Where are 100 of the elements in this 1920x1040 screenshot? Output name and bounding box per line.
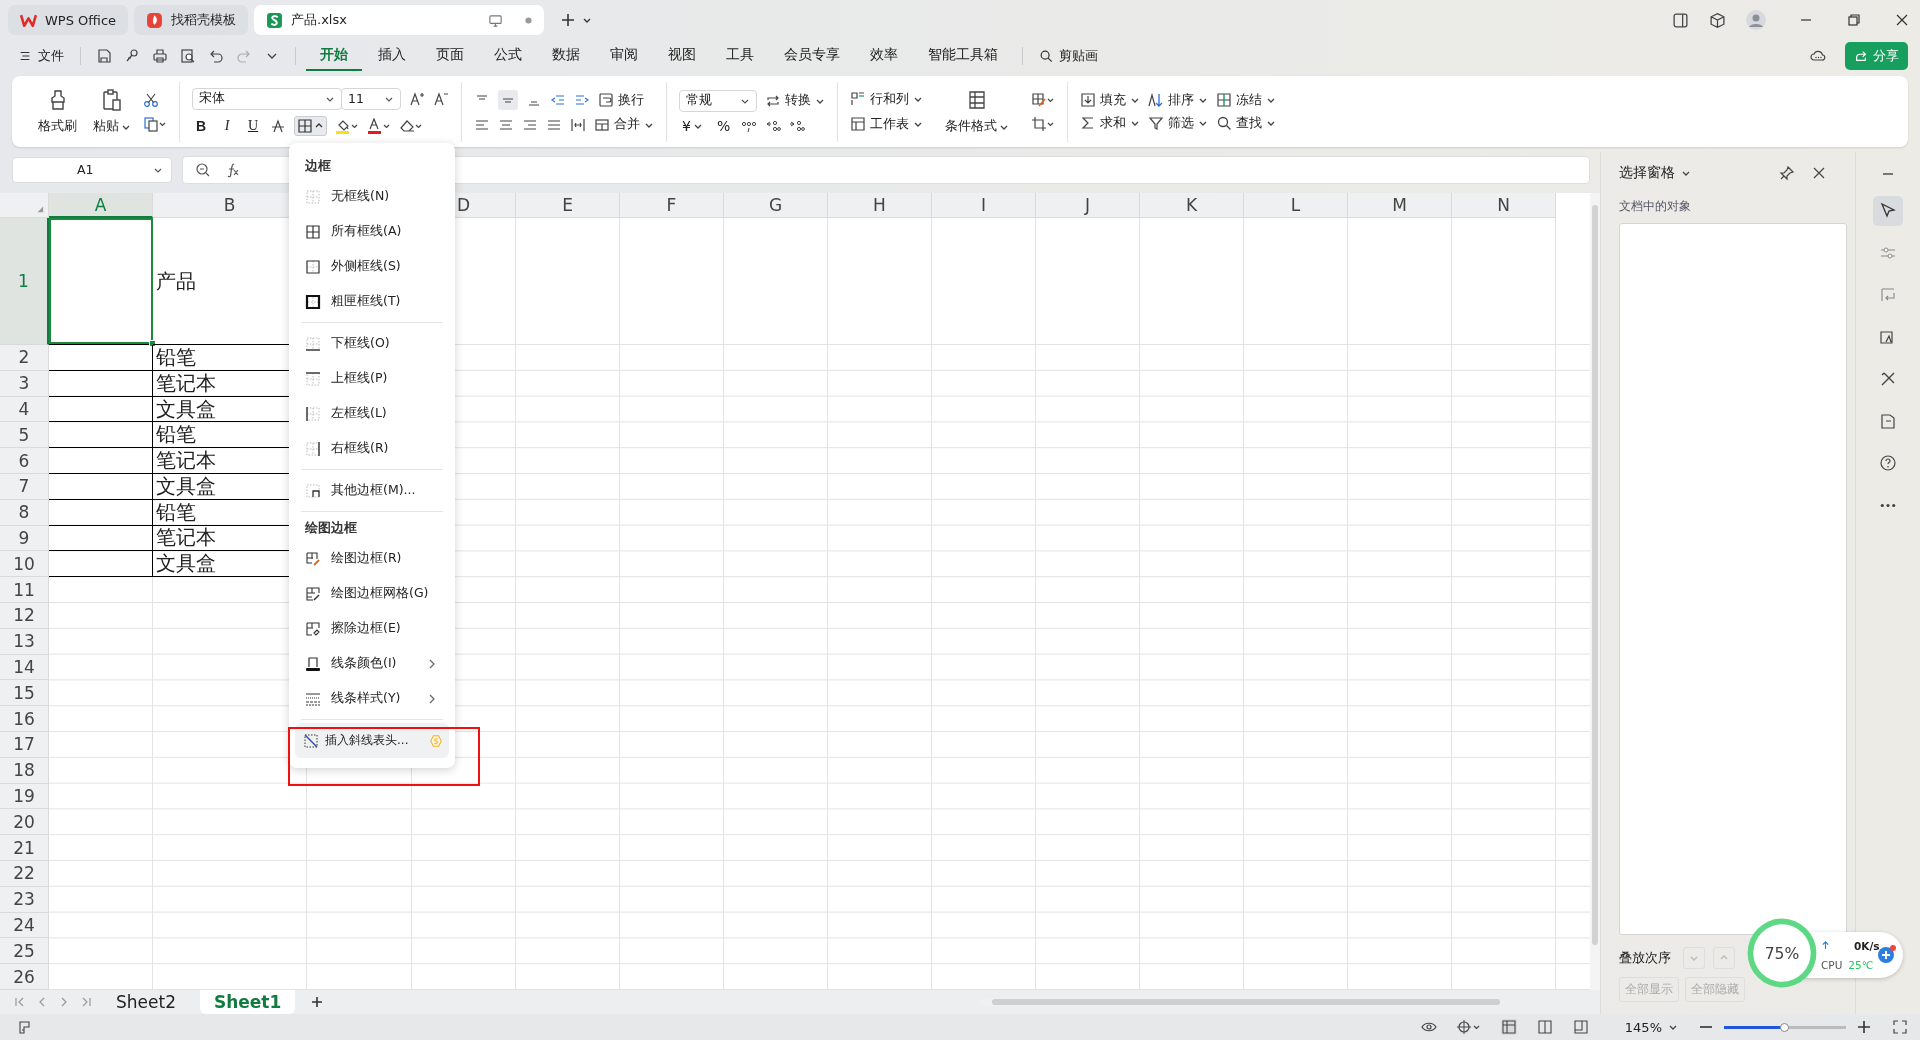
fill-button[interactable]: 填充 [1080, 91, 1140, 109]
decrease-font-icon[interactable] [433, 90, 449, 107]
row-header[interactable]: 15 [0, 680, 49, 707]
row-header[interactable]: 8 [0, 499, 49, 526]
zoom-level[interactable]: 145% [1624, 1019, 1662, 1035]
convert-button[interactable]: 转换 [765, 92, 825, 109]
row-header[interactable]: 17 [0, 731, 49, 758]
row-header[interactable]: 2 [0, 345, 49, 371]
align-middle-icon[interactable] [498, 90, 518, 110]
ribbon-tab[interactable]: 开始 [306, 41, 362, 71]
crop-icon[interactable] [1031, 115, 1055, 132]
document-tab[interactable]: 产品.xlsx [254, 5, 545, 35]
row-header[interactable]: 14 [0, 654, 49, 681]
scissors-icon[interactable] [143, 91, 159, 108]
row-header[interactable]: 9 [0, 525, 49, 552]
column-header[interactable]: A [49, 193, 153, 218]
column-header[interactable]: M [1348, 193, 1452, 218]
percent-button[interactable]: % [713, 117, 734, 134]
normal-view-icon[interactable] [1500, 1019, 1517, 1035]
paste-button[interactable]: 粘贴 [89, 88, 135, 135]
menu-item[interactable]: 插入斜线表头... [295, 723, 449, 758]
ribbon-tab[interactable]: 页面 [422, 41, 478, 71]
sort-button[interactable]: 排序 [1148, 91, 1208, 109]
find-button[interactable]: 查找 [1216, 114, 1276, 132]
sheet-tab[interactable]: Sheet1 [199, 990, 296, 1014]
font-style-button[interactable]: U [244, 117, 262, 134]
row-header[interactable]: 1 [0, 218, 49, 345]
undo-icon[interactable] [208, 48, 224, 64]
zoom-icon[interactable] [195, 161, 211, 178]
row-header[interactable]: 22 [0, 860, 49, 887]
column-header[interactable]: F [620, 193, 724, 218]
reading-view-icon[interactable] [1536, 1019, 1553, 1035]
search-button[interactable]: 剪贴画 [1033, 43, 1104, 69]
filter-button[interactable]: 筛选 [1148, 114, 1208, 132]
page-view-icon[interactable] [1572, 1019, 1589, 1035]
row-header[interactable]: 26 [0, 964, 49, 990]
ribbon-tab[interactable]: 工具 [712, 41, 768, 71]
font-style-button[interactable]: I [218, 117, 236, 134]
close-icon[interactable] [1894, 12, 1910, 28]
print-preview-icon[interactable] [180, 48, 196, 64]
borders-button[interactable] [294, 115, 327, 136]
decrease-indent-icon[interactable] [550, 92, 566, 108]
column-header[interactable]: E [516, 193, 620, 218]
column-header[interactable]: H [828, 193, 932, 218]
column-header[interactable]: J [1036, 193, 1140, 218]
new-tab-plus-icon[interactable] [560, 12, 577, 28]
tablet-icon[interactable] [1672, 11, 1689, 29]
increase-indent-icon[interactable] [574, 92, 590, 108]
fullscreen-icon[interactable] [1892, 1019, 1908, 1035]
pane-title[interactable]: 选择窗格 [1619, 164, 1675, 182]
worksheet-button[interactable]: 工作表 [850, 115, 923, 133]
zoom-in-icon[interactable] [1856, 1019, 1872, 1035]
format-painter-button[interactable]: 格式刷 [34, 88, 81, 135]
menu-item[interactable]: 线条颜色(I) [289, 646, 449, 681]
font-style-button[interactable]: B [192, 117, 210, 134]
add-sheet-icon[interactable] [311, 996, 324, 1008]
function-icon[interactable] [225, 161, 241, 178]
copy-icon[interactable] [143, 115, 167, 132]
selected-cell[interactable] [49, 218, 153, 345]
row-header[interactable]: 4 [0, 396, 49, 423]
sum-button[interactable]: 求和 [1080, 114, 1140, 132]
ribbon-tab[interactable]: 审阅 [596, 41, 652, 71]
row-header[interactable]: 10 [0, 551, 49, 578]
column-header[interactable]: N [1452, 193, 1556, 218]
macro-icon[interactable] [16, 1019, 32, 1035]
font-size-select[interactable]: 11 [341, 87, 401, 110]
rows-columns-button[interactable]: 行和列 [850, 90, 923, 108]
save-icon[interactable] [96, 48, 112, 64]
ribbon-tab[interactable]: 智能工具箱 [914, 41, 1012, 71]
row-header[interactable]: 21 [0, 835, 49, 861]
ribbon-tab[interactable]: 效率 [856, 41, 912, 71]
row-header[interactable]: 5 [0, 422, 49, 449]
row-header[interactable]: 19 [0, 783, 49, 810]
row-header[interactable]: 6 [0, 448, 49, 474]
ribbon-tab[interactable]: 插入 [364, 41, 420, 71]
currency-button[interactable]: ¥ [679, 117, 706, 134]
column-header[interactable]: L [1244, 193, 1348, 218]
row-header[interactable]: 16 [0, 706, 49, 732]
menu-item[interactable]: 线条样式(Y) [289, 681, 449, 716]
zoom-slider-thumb[interactable] [1780, 1022, 1789, 1032]
row-header[interactable]: 11 [0, 577, 49, 603]
link-icon[interactable] [124, 48, 140, 64]
ribbon-tab[interactable]: 数据 [538, 41, 594, 71]
side-tool-button[interactable] [1873, 196, 1904, 226]
number-format-select[interactable]: 常规 [679, 89, 757, 112]
cell-style-icon[interactable] [1031, 91, 1055, 108]
row-header[interactable]: 20 [0, 809, 49, 836]
vertical-scrollbar[interactable] [1590, 193, 1600, 990]
row-header[interactable]: 25 [0, 938, 49, 965]
column-header[interactable]: K [1140, 193, 1244, 218]
menu-item[interactable]: 绘图边框网格(G) [289, 576, 449, 611]
print-icon[interactable] [152, 48, 168, 64]
ribbon-tab[interactable]: 公式 [480, 41, 536, 71]
ribbon-tab[interactable]: 视图 [654, 41, 710, 71]
compass-icon[interactable] [1456, 1019, 1481, 1035]
horizontal-scrollbar[interactable] [980, 998, 1500, 1006]
row-header[interactable]: 18 [0, 757, 49, 784]
name-box[interactable]: A1 [12, 156, 172, 183]
increase-font-icon[interactable] [409, 90, 425, 107]
row-header[interactable]: 24 [0, 912, 49, 939]
